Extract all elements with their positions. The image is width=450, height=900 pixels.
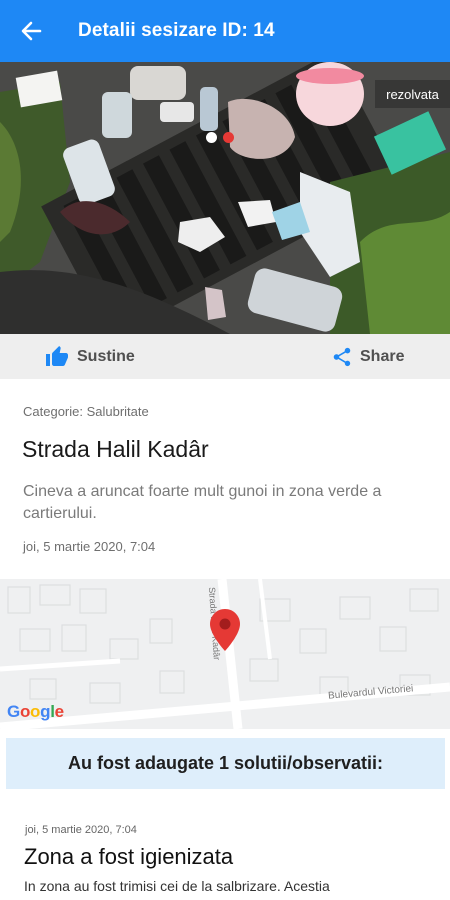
share-button[interactable]: Share: [331, 334, 404, 379]
pager-dot-active[interactable]: [223, 132, 234, 143]
share-icon: [333, 347, 351, 366]
solution-date: joi, 5 martie 2020, 7:04: [25, 824, 137, 836]
report-date: joi, 5 martie 2020, 7:04: [23, 539, 156, 554]
arrow-back-icon: [21, 21, 42, 41]
map-tiles: [0, 579, 450, 729]
report-street: Strada Halil Kadâr: [22, 436, 209, 462]
google-logo: Google: [7, 702, 64, 721]
report-category: Categorie: Salubritate: [23, 404, 149, 419]
page-title: Detalii sesizare ID: 14: [78, 20, 275, 41]
status-badge: rezolvata: [375, 80, 450, 108]
solution-text: In zona au fost trimisi cei de la salbri…: [24, 878, 330, 894]
app-bar: Detalii sesizare ID: 14: [0, 0, 450, 62]
location-map[interactable]: Strada Halil Kadâr Bulevardul Victoriei: [0, 579, 450, 729]
photo-pager: [206, 132, 234, 143]
action-bar: Sustine Share: [0, 334, 450, 379]
support-button[interactable]: Sustine: [44, 334, 135, 379]
support-label: Sustine: [77, 347, 135, 365]
solutions-banner: Au fost adaugate 1 solutii/observatii:: [6, 738, 445, 789]
back-button[interactable]: [0, 0, 62, 62]
solution-title: Zona a fost igienizata: [24, 844, 234, 869]
thumbs-up-icon: [46, 345, 68, 366]
location-pin-icon[interactable]: [210, 609, 240, 651]
pager-dot-inactive[interactable]: [206, 132, 217, 143]
share-label: Share: [360, 347, 405, 365]
report-description: Cineva a aruncat foarte mult gunoi in zo…: [23, 483, 382, 522]
